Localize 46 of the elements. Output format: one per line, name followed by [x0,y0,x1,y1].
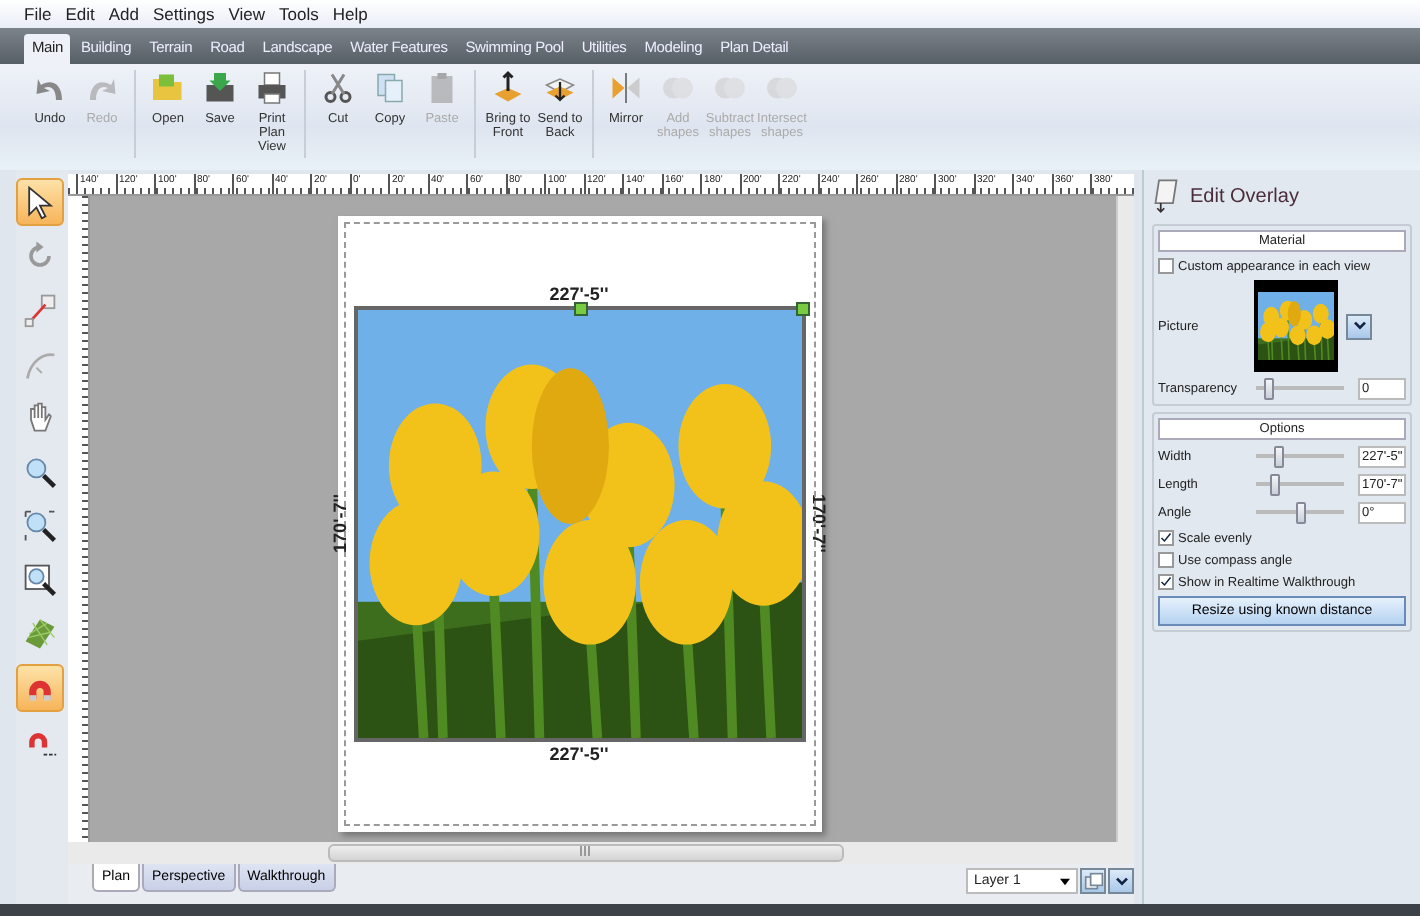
zoom-window-icon [22,562,58,598]
resize-handle[interactable] [573,302,587,316]
pointer-icon [22,184,58,220]
resize-handle[interactable] [795,302,809,316]
slider-thumb[interactable] [1273,446,1284,468]
menu-item[interactable]: Tools [278,4,319,24]
bring-front-icon [490,70,526,106]
mirror-icon [608,70,644,106]
checkbox[interactable] [1158,258,1174,274]
picture-thumbnail[interactable] [1254,280,1338,372]
tool-button[interactable] [16,178,64,226]
overlay-icon [1152,178,1180,214]
line-icon [22,292,58,328]
printer-icon [254,70,290,106]
dimension-label: 227'-5'' [549,744,609,764]
folder-icon [150,70,186,106]
menu-item[interactable]: Settings [152,4,215,24]
menu-item[interactable]: Edit [65,4,95,24]
vertical-scrollbar[interactable] [1116,196,1134,842]
slider-thumb[interactable] [1270,474,1281,496]
horizontal-scrollbar[interactable] [328,844,844,862]
dropdown-button[interactable] [1108,868,1134,894]
caret-icon [1060,877,1070,885]
checkbox[interactable] [1158,552,1174,568]
zoom-in-icon [22,454,58,490]
grid-icon [22,616,58,652]
checkbox[interactable] [1158,530,1174,546]
dimension-label: 170'-7'' [807,494,827,554]
dropdown-button[interactable] [1346,313,1372,339]
menu-item[interactable]: File [24,4,52,24]
scroll-thumb[interactable] [580,846,592,856]
dimension-label: 170'-7'' [331,494,351,554]
slider-thumb[interactable] [1295,502,1305,524]
checkbox[interactable] [1158,574,1174,590]
slider-thumb[interactable] [1263,378,1274,400]
scissors-icon [320,70,356,106]
menu-item[interactable]: Add [108,4,139,24]
zoom-fit-icon [22,508,58,544]
save-icon [202,70,238,106]
panel-title: Edit Overlay [1190,185,1299,207]
copy-icon [372,70,408,106]
menu-item[interactable]: Help [332,4,368,24]
menu-item[interactable]: View [228,4,265,24]
layers-button[interactable] [1080,868,1106,894]
layers-icon [1083,871,1103,891]
dimension-label: 227'-5'' [549,284,609,304]
